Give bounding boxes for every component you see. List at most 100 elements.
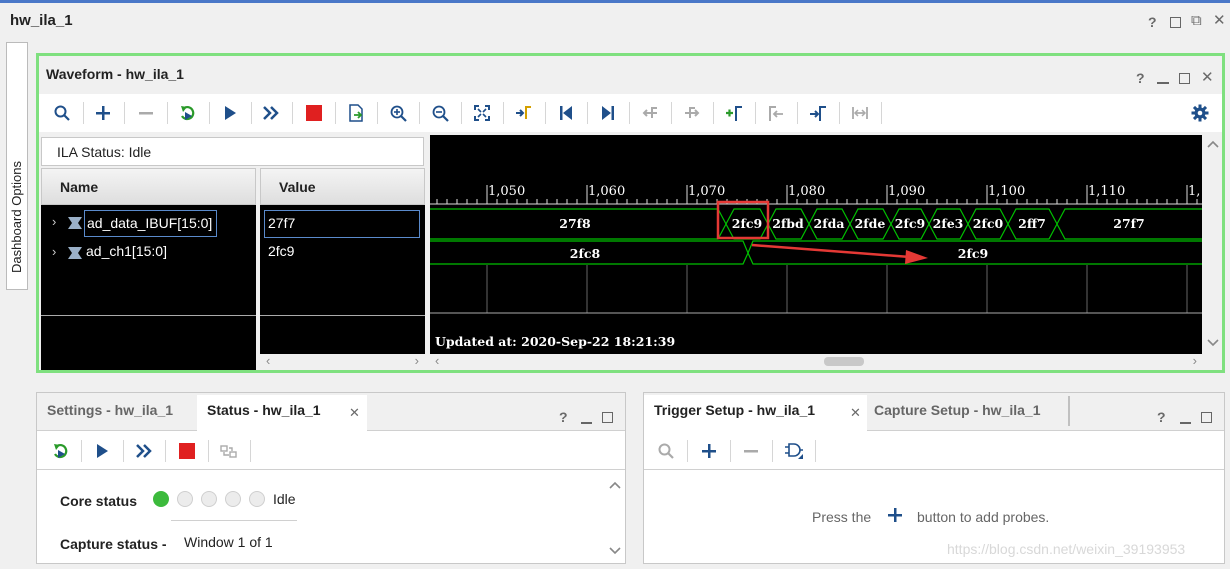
stop-icon[interactable] (174, 432, 200, 470)
name-header[interactable]: Name (60, 179, 98, 195)
add-probe-hint-icon[interactable] (887, 507, 903, 526)
ruler-label: 1,110 (1088, 184, 1126, 199)
add-marker-icon[interactable] (721, 94, 747, 132)
bus-value: 2fe3 (932, 216, 964, 231)
run-trigger-icon[interactable] (89, 432, 115, 470)
trigger-help-icon[interactable]: ? (1157, 409, 1166, 425)
status-led (225, 491, 241, 507)
bus-icon (68, 246, 82, 262)
status-help-icon[interactable]: ? (559, 409, 568, 425)
waveform-restore-icon[interactable] (1179, 73, 1190, 84)
value-column: Value 27f7 2fc9 (260, 168, 425, 370)
bus-value: 2ff7 (1018, 216, 1046, 231)
status-restore-icon[interactable] (602, 412, 613, 423)
empty-hint-before: Press the (812, 509, 872, 525)
ruler-label: 1,060 (588, 184, 626, 199)
remove-probe-icon[interactable] (738, 432, 764, 470)
stop-icon[interactable] (301, 94, 327, 132)
previous-marker-icon[interactable] (763, 94, 789, 132)
ruler-label: 1, (1188, 184, 1201, 199)
window-float-icon[interactable]: ⧉ (1191, 12, 1202, 29)
status-led (249, 491, 265, 507)
window-close-icon[interactable]: ✕ (1213, 11, 1226, 29)
next-transition-icon[interactable] (679, 94, 705, 132)
signal-value: 27f7 (264, 210, 420, 238)
signal-row[interactable]: › ad_ch1[15:0] (41, 240, 256, 269)
waveform-close-icon[interactable]: ✕ (1201, 68, 1214, 86)
bus-value: 27f8 (559, 216, 591, 231)
bus-value: 2fc0 (972, 216, 1004, 231)
tab-settings[interactable]: Settings - hw_ila_1 (39, 393, 181, 427)
trigger-restore-icon[interactable] (1201, 412, 1212, 423)
trigger-minimize-icon[interactable] (1180, 422, 1191, 424)
zoom-fit-icon[interactable] (469, 94, 495, 132)
ruler-label: 1,080 (788, 184, 826, 199)
tab-close-icon[interactable]: ✕ (850, 405, 861, 421)
ruler-label: 1,090 (888, 184, 926, 199)
ila-status: ILA Status: Idle (41, 137, 424, 166)
status-panel: Settings - hw_ila_1 Status - hw_ila_1 ✕ … (36, 392, 626, 564)
window-restore-icon[interactable] (1170, 17, 1181, 28)
signal-name: ad_data_IBUF[15:0] (84, 210, 218, 237)
tab-close-icon[interactable]: ✕ (349, 405, 360, 421)
hscroll-thumb[interactable] (824, 357, 864, 366)
waveform-minimize-icon[interactable] (1157, 82, 1169, 84)
trigger-toolbar (644, 432, 1224, 470)
status-led (201, 491, 217, 507)
empty-hint-after: button to add probes. (917, 509, 1050, 525)
capture-status-label: Capture status - (60, 536, 167, 552)
signal-row[interactable]: › ad_data_IBUF[15:0] (41, 208, 256, 237)
ruler-label: 1,050 (488, 184, 526, 199)
add-icon[interactable] (90, 94, 116, 132)
core-status-value: Idle (273, 491, 296, 507)
bus-value: 2fda (813, 216, 845, 231)
remove-icon[interactable] (133, 94, 159, 132)
name-column: Name › ad_data_IBUF[15:0] › ad_ch1[15:0] (41, 168, 256, 370)
run-trigger-icon[interactable] (217, 94, 243, 132)
tab-trigger-setup[interactable]: Trigger Setup - hw_ila_1 (646, 393, 823, 427)
auto-retrigger-icon[interactable] (47, 432, 73, 470)
signal-name: ad_ch1[15:0] (86, 243, 167, 259)
tab-status[interactable]: Status - hw_ila_1 (199, 393, 329, 427)
status-vscrollbar[interactable] (607, 473, 624, 563)
waveform-display[interactable]: 1,050 1,060 1,070 1,080 1,090 1,100 1,11… (430, 135, 1202, 354)
go-to-beginning-icon[interactable] (553, 94, 579, 132)
logic-gate-icon[interactable] (781, 432, 807, 470)
trigger-at-startup-icon[interactable] (216, 432, 242, 470)
window-help-icon[interactable]: ? (1148, 14, 1157, 30)
tab-capture-setup[interactable]: Capture Setup - hw_ila_1 (866, 393, 1048, 427)
value-hscrollbar[interactable]: ‹ › (260, 353, 425, 370)
swap-cursors-icon[interactable] (847, 94, 873, 132)
waveform-title: Waveform - hw_ila_1 (46, 66, 184, 82)
auto-retrigger-icon[interactable] (174, 94, 200, 132)
updated-timestamp: Updated at: 2020-Sep-22 18:21:39 (435, 334, 676, 349)
previous-transition-icon[interactable] (637, 94, 663, 132)
bus-value: 2fc9 (957, 246, 989, 261)
next-marker-icon[interactable] (805, 94, 831, 132)
go-to-end-icon[interactable] (595, 94, 621, 132)
dashboard-options-tab[interactable]: Dashboard Options (6, 42, 28, 290)
value-header[interactable]: Value (279, 179, 316, 195)
search-icon[interactable] (49, 94, 75, 132)
search-icon[interactable] (653, 432, 679, 470)
expand-chevron-icon[interactable]: › (52, 244, 56, 259)
signal-value: 2fc9 (268, 243, 295, 259)
export-icon[interactable] (343, 94, 369, 132)
window-title: hw_ila_1 (10, 12, 73, 29)
status-led-active (153, 491, 169, 507)
waveform-vscrollbar[interactable] (1204, 135, 1222, 370)
settings-gear-icon[interactable] (1187, 94, 1213, 132)
waveform-panel: Waveform - hw_ila_1 ? ✕ ILA Status: Idle… (36, 53, 1225, 373)
window-top-border (0, 0, 1230, 3)
expand-chevron-icon[interactable]: › (52, 214, 56, 229)
status-minimize-icon[interactable] (581, 422, 592, 424)
run-immediate-icon[interactable] (131, 432, 157, 470)
zoom-out-icon[interactable] (427, 94, 453, 132)
waveform-hscrollbar[interactable]: ‹ › (430, 353, 1202, 370)
zoom-in-icon[interactable] (385, 94, 411, 132)
waveform-help-icon[interactable]: ? (1136, 70, 1145, 86)
run-immediate-icon[interactable] (258, 94, 284, 132)
annotation-arrow (751, 243, 911, 259)
add-probe-icon[interactable] (696, 432, 722, 470)
go-to-cursor-icon[interactable] (511, 94, 537, 132)
